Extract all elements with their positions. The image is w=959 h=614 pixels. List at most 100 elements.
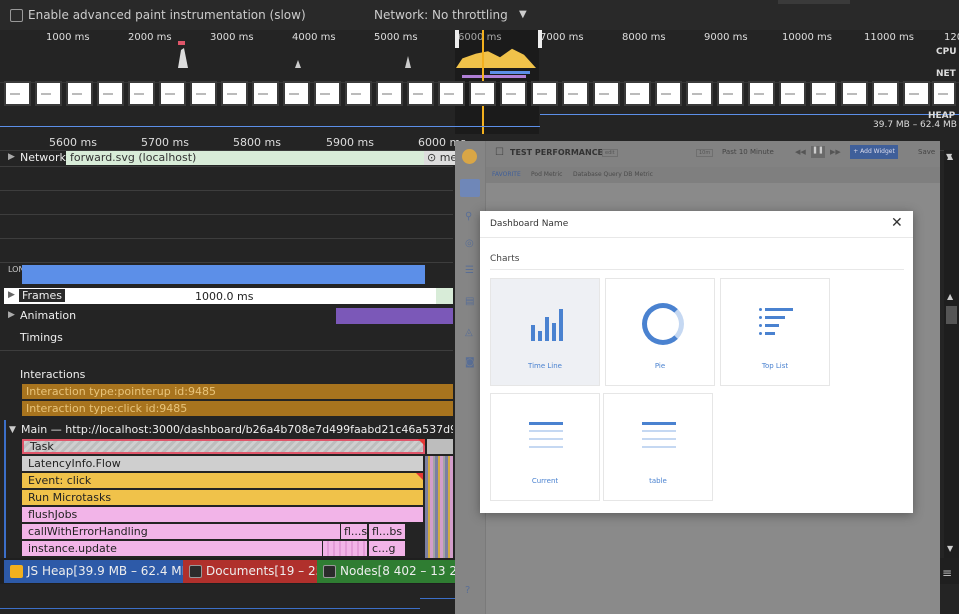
screenshot-thumbnail[interactable] — [686, 81, 713, 106]
flame-entry[interactable] — [427, 439, 453, 454]
screenshot-thumbnail[interactable] — [407, 81, 434, 106]
screenshot-thumbnail[interactable] — [469, 81, 496, 106]
screenshot-thumbnail[interactable] — [810, 81, 837, 106]
js-heap-legend[interactable]: JS Heap[39.9 MB – 62.4 MB] — [4, 560, 183, 583]
screenshot-thumbnail[interactable] — [97, 81, 124, 106]
screenshot-thumbnail[interactable] — [376, 81, 403, 106]
scroll-down-icon[interactable]: ▼ — [947, 544, 953, 553]
flame-entry[interactable]: c...g — [369, 541, 405, 556]
time-range-badge[interactable]: 10m — [696, 149, 714, 157]
flame-event-click[interactable]: Event: click — [22, 473, 423, 488]
flame-dense-calls[interactable] — [425, 456, 453, 558]
scroll-up-icon[interactable]: ▲ — [947, 292, 953, 301]
add-widget-button[interactable]: + Add Widget — [850, 145, 898, 159]
track-expand-icon[interactable]: ▶ — [8, 152, 15, 162]
close-icon[interactable]: ✕ — [891, 215, 903, 231]
screenshot-thumbnail[interactable] — [903, 81, 930, 106]
frames-track-label[interactable]: Frames — [19, 289, 66, 302]
chart-card-table[interactable]: table — [603, 393, 713, 501]
animation-track-label[interactable]: Animation — [20, 309, 76, 322]
network-throttling-select[interactable]: No throttling — [432, 8, 508, 22]
scroll-thumb[interactable] — [946, 306, 957, 324]
tab-database-query[interactable]: Database Query DB Metric — [573, 171, 653, 178]
screenshot-thumbnail[interactable] — [500, 81, 527, 106]
chart-card-timeline[interactable]: Time Line — [490, 278, 600, 386]
long-task-bar[interactable] — [22, 265, 425, 284]
flame-task[interactable]: Task — [22, 439, 425, 454]
network-request-bar[interactable]: ⊙ me — [424, 151, 455, 165]
screenshot-thumbnail[interactable] — [593, 81, 620, 106]
screenshot-thumbnail[interactable] — [252, 81, 279, 106]
screenshot-thumbnail[interactable] — [221, 81, 248, 106]
chart-card-pie[interactable]: Pie — [605, 278, 715, 386]
main-thread-label[interactable]: Main — http://localhost:3000/dashboard/b… — [21, 423, 453, 436]
flame-call-with-error-handling[interactable]: callWithErrorHandling — [22, 524, 340, 539]
interaction-bar[interactable]: Interaction type:click id:9485 — [22, 401, 453, 416]
screenshot-thumbnail[interactable] — [841, 81, 868, 106]
screenshot-thumbnail[interactable] — [872, 81, 899, 106]
screenshot-thumbnail[interactable] — [345, 81, 372, 106]
timings-track-label[interactable]: Timings — [20, 331, 63, 344]
title-edit-badge[interactable]: edit — [602, 149, 618, 157]
screenshot-thumbnail[interactable] — [779, 81, 806, 106]
flame-entry[interactable]: fl...s — [341, 524, 367, 539]
network-request-bar[interactable]: forward.svg (localhost) — [66, 151, 426, 165]
flame-dense-calls[interactable] — [323, 541, 367, 556]
animation-bar[interactable] — [336, 308, 453, 324]
forward-icon[interactable]: ▶▶ — [830, 148, 841, 156]
settings-nav-icon[interactable]: ☰ — [465, 265, 474, 276]
network-track-label[interactable]: Network — [20, 151, 66, 164]
documents-checkbox[interactable] — [189, 565, 202, 578]
network-nav-icon[interactable]: ⚲ — [465, 211, 472, 222]
alert-nav-icon[interactable]: ◬ — [465, 327, 473, 338]
pause-icon[interactable]: ❚❚ — [811, 146, 825, 158]
help-nav-icon[interactable]: ? — [465, 585, 470, 596]
chart-card-current[interactable]: Current — [490, 393, 600, 501]
selection-right-handle[interactable] — [538, 30, 542, 48]
screenshot-thumbnail[interactable] — [66, 81, 93, 106]
chart-card-top-list[interactable]: Top List — [720, 278, 830, 386]
dashboard-nav-icon[interactable] — [460, 179, 480, 197]
rewind-icon[interactable]: ◀◀ — [795, 148, 806, 156]
database-nav-icon[interactable]: ◎ — [465, 238, 474, 249]
save-button[interactable]: Save — [918, 148, 935, 156]
screenshot-thumbnail[interactable] — [438, 81, 465, 106]
chevron-down-icon[interactable]: ▼ — [519, 9, 527, 20]
interaction-bar[interactable]: Interaction type:pointerup id:9485 — [22, 384, 453, 399]
interactions-track-label[interactable]: Interactions — [20, 368, 85, 381]
screenshot-thumbnail[interactable] — [932, 81, 956, 106]
time-range-select[interactable]: Past 10 Minute — [722, 148, 774, 156]
flame-run-microtasks[interactable]: Run Microtasks — [22, 490, 423, 505]
screenshot-thumbnail[interactable] — [159, 81, 186, 106]
selection-left-handle[interactable] — [455, 30, 459, 48]
menu-icon[interactable]: ≡ — [942, 566, 952, 580]
screenshot-thumbnail[interactable] — [190, 81, 217, 106]
screenshot-thumbnail[interactable] — [128, 81, 155, 106]
js-heap-checkbox[interactable] — [10, 565, 23, 578]
screenshot-thumbnail[interactable] — [717, 81, 744, 106]
screenshot-thumbnail[interactable] — [283, 81, 310, 106]
upper-scrollbar[interactable]: ▲ — [944, 150, 959, 288]
scroll-down-icon[interactable]: ▼ — [946, 152, 952, 161]
flame-latency-info[interactable]: LatencyInfo.Flow — [22, 456, 423, 471]
paint-instrumentation-checkbox[interactable] — [10, 9, 23, 22]
flame-entry[interactable]: fl...bs — [369, 524, 405, 539]
screenshot-thumbnail[interactable] — [4, 81, 31, 106]
tab-favorite[interactable]: FAVORITE — [492, 171, 521, 178]
nodes-checkbox[interactable] — [323, 565, 336, 578]
track-expand-icon[interactable]: ▶ — [8, 310, 15, 320]
camera-nav-icon[interactable]: ◙ — [465, 357, 475, 368]
documents-legend[interactable]: Documents[19 – 25] — [183, 560, 317, 583]
screenshot-thumbnail[interactable] — [624, 81, 651, 106]
screenshot-thumbnail[interactable] — [562, 81, 589, 106]
document-nav-icon[interactable]: ▤ — [465, 296, 474, 307]
screenshot-thumbnail[interactable] — [655, 81, 682, 106]
screenshot-thumbnail[interactable] — [531, 81, 558, 106]
flame-instance-update[interactable]: instance.update — [22, 541, 322, 556]
tab-pod-metric[interactable]: Pod Metric — [531, 171, 562, 178]
nodes-legend[interactable]: Nodes[8 402 – 13 27 — [317, 560, 455, 583]
track-expand-icon[interactable]: ▶ — [8, 290, 15, 300]
screenshot-thumbnail[interactable] — [314, 81, 341, 106]
track-collapse-icon[interactable]: ▼ — [9, 425, 16, 435]
frame-duration[interactable]: 1000.0 ms — [195, 290, 253, 303]
